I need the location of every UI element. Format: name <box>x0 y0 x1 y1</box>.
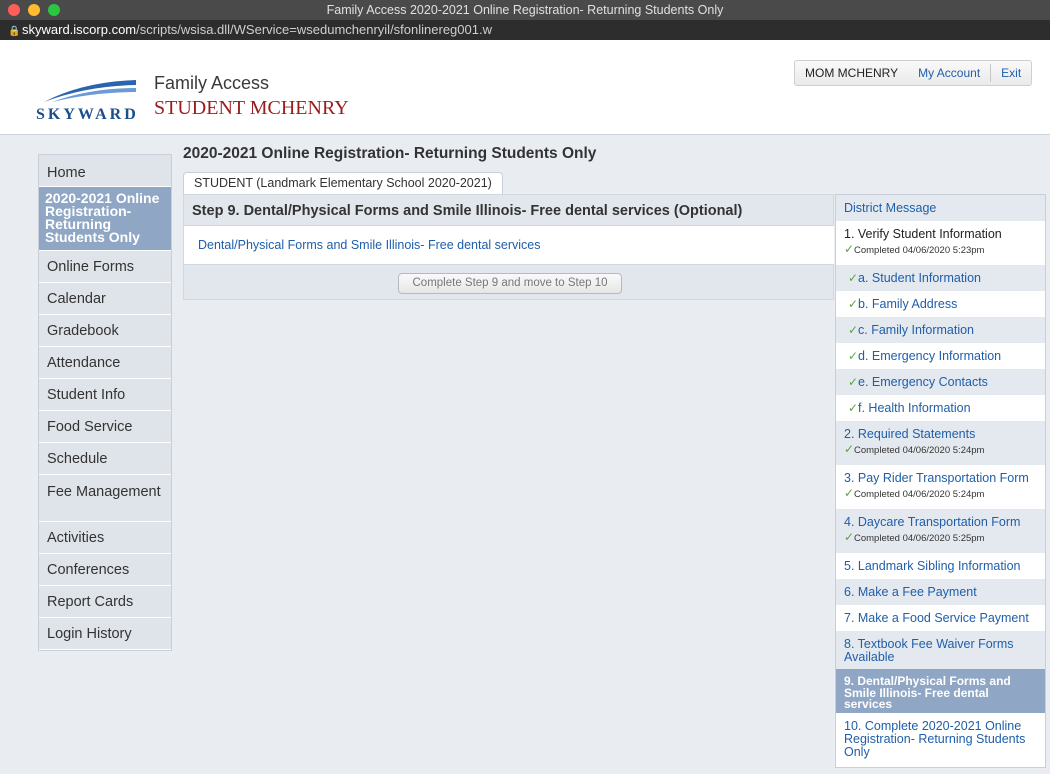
step-1b-item[interactable]: ✓b. Family Address <box>836 291 1045 317</box>
dental-forms-link[interactable]: Dental/Physical Forms and Smile Illinois… <box>198 238 541 252</box>
step-2-item[interactable]: 2. Required Statements ✓Completed 04/06/… <box>836 421 1045 465</box>
step-content: Dental/Physical Forms and Smile Illinois… <box>184 225 834 265</box>
steps-panel: District Message 1. Verify Student Infor… <box>835 194 1046 768</box>
step-1f-item[interactable]: ✓f. Health Information <box>836 395 1045 421</box>
step-10-item[interactable]: 10. Complete 2020-2021 Online Registrati… <box>836 713 1045 765</box>
checkmark-icon: ✓ <box>848 323 859 337</box>
nav-item-activities[interactable]: Activities <box>39 522 171 554</box>
step-2-label: 2. Required Statements <box>844 427 976 441</box>
step-1-label: 1. Verify Student Information <box>844 227 1002 241</box>
checkmark-icon: ✓ <box>844 242 855 256</box>
step-1-completed: ✓Completed 04/06/2020 5:23pm <box>844 242 985 256</box>
step-panel: Step 9. Dental/Physical Forms and Smile … <box>183 194 834 300</box>
checkmark-icon: ✓ <box>844 530 855 544</box>
url-domain: skyward.iscorp.com <box>22 22 137 37</box>
step-4-completed: ✓Completed 04/06/2020 5:25pm <box>844 530 985 544</box>
skyward-logo: SKYWARD <box>36 72 146 128</box>
window-titlebar: Family Access 2020-2021 Online Registrat… <box>0 0 1050 20</box>
step-8-item[interactable]: 8. Textbook Fee Waiver Forms Available <box>836 631 1045 669</box>
step-4-label: 4. Daycare Transportation Form <box>844 515 1021 529</box>
user-box: MOM MCHENRY My Account Exit <box>794 60 1033 86</box>
checkmark-icon: ✓ <box>848 401 859 415</box>
lock-icon: 🔒 <box>8 26 21 37</box>
address-bar[interactable]: 🔒 skyward.iscorp.com/scripts/wsisa.dll/WS… <box>0 20 1050 40</box>
page-header: SKYWARD Family Access STUDENT MCHENRY MO… <box>0 40 1050 135</box>
skyward-swoosh-icon <box>44 80 136 102</box>
student-name: STUDENT MCHENRY <box>154 97 349 119</box>
nav-item-online-forms[interactable]: Online Forms <box>39 251 171 283</box>
step-1-item[interactable]: 1. Verify Student Information ✓Completed… <box>836 221 1045 265</box>
family-access-label: Family Access <box>154 73 270 93</box>
nav-item-conferences[interactable]: Conferences <box>39 554 171 586</box>
nav-item-attendance[interactable]: Attendance <box>39 347 171 379</box>
checkmark-icon: ✓ <box>844 486 855 500</box>
step-3-completed: ✓Completed 04/06/2020 5:24pm <box>844 486 985 500</box>
district-message-link[interactable]: District Message <box>836 195 1045 221</box>
my-account-link[interactable]: My Account <box>908 66 990 80</box>
step-title: Step 9. Dental/Physical Forms and Smile … <box>192 203 743 219</box>
nav-item-login-history[interactable]: Login History <box>39 618 171 650</box>
step-7-item[interactable]: 7. Make a Food Service Payment <box>836 605 1045 631</box>
window-title: Family Access 2020-2021 Online Registrat… <box>326 3 724 17</box>
step-1e-item[interactable]: ✓e. Emergency Contacts <box>836 369 1045 395</box>
step-9-item[interactable]: 9. Dental/Physical Forms and Smile Illin… <box>836 669 1045 713</box>
nav-item-online-registration[interactable]: 2020-2021 Online Registration- Returning… <box>39 187 171 251</box>
checkmark-icon: ✓ <box>848 375 859 389</box>
exit-link[interactable]: Exit <box>991 66 1031 80</box>
step-2-completed: ✓Completed 04/06/2020 5:24pm <box>844 442 985 456</box>
step-6-item[interactable]: 6. Make a Fee Payment <box>836 579 1045 605</box>
user-name: MOM MCHENRY <box>805 66 899 80</box>
step-5-item[interactable]: 5. Landmark Sibling Information <box>836 553 1045 579</box>
nav-item-home[interactable]: Home <box>39 155 171 187</box>
checkmark-icon: ✓ <box>848 271 859 285</box>
nav-item-calendar[interactable]: Calendar <box>39 283 171 315</box>
tab-student[interactable]: STUDENT (Landmark Elementary School 2020… <box>183 172 503 194</box>
nav-item-report-cards[interactable]: Report Cards <box>39 586 171 618</box>
checkmark-icon: ✓ <box>848 349 859 363</box>
nav-item-food-service[interactable]: Food Service <box>39 411 171 443</box>
nav-item-schedule[interactable]: Schedule <box>39 443 171 475</box>
nav-item-student-info[interactable]: Student Info <box>39 379 171 411</box>
step-3-label: 3. Pay Rider Transportation Form <box>844 471 1029 485</box>
step-1a-item[interactable]: ✓a. Student Information <box>836 265 1045 291</box>
checkmark-icon: ✓ <box>848 297 859 311</box>
step-1c-item[interactable]: ✓c. Family Information <box>836 317 1045 343</box>
complete-step-button[interactable]: Complete Step 9 and move to Step 10 <box>398 273 622 294</box>
step-1d-item[interactable]: ✓d. Emergency Information <box>836 343 1045 369</box>
left-nav: Home 2020-2021 Online Registration- Retu… <box>38 154 172 651</box>
page-title: 2020-2021 Online Registration- Returning… <box>183 145 597 162</box>
checkmark-icon: ✓ <box>844 442 855 456</box>
nav-item-gradebook[interactable]: Gradebook <box>39 315 171 347</box>
nav-item-fee-management[interactable]: Fee Management <box>39 475 171 522</box>
step-4-item[interactable]: 4. Daycare Transportation Form ✓Complete… <box>836 509 1045 553</box>
step-3-item[interactable]: 3. Pay Rider Transportation Form ✓Comple… <box>836 465 1045 509</box>
url-path: /scripts/wsisa.dll/WService=wsedumchenry… <box>136 22 492 37</box>
logo-wordmark: SKYWARD <box>36 106 139 123</box>
